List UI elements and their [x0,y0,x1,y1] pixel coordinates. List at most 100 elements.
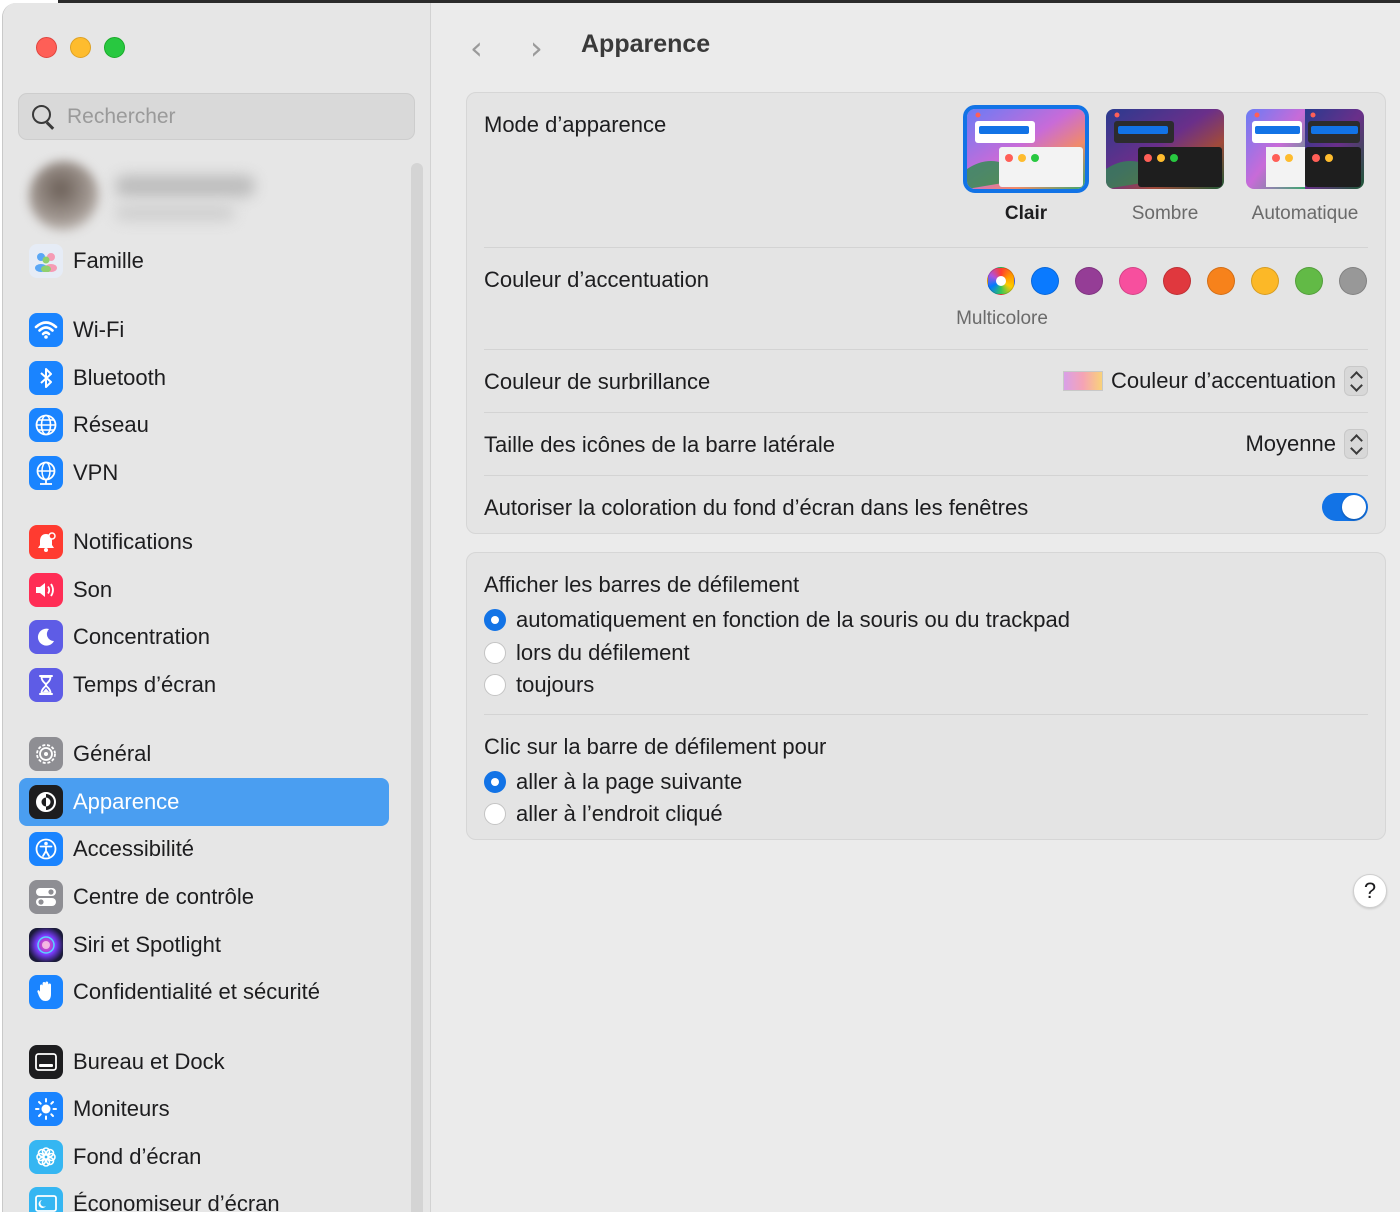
radio-button-selected[interactable] [484,609,506,631]
highlight-color-value: Couleur d’accentuation [1110,368,1336,393]
radio-label: toujours [516,672,595,697]
radio-button[interactable] [484,674,506,696]
close-window-button[interactable] [36,37,57,58]
divider [484,247,1368,248]
sidebar-item-accessibilite[interactable]: Accessibilité [19,825,389,873]
sidebar-scrollbar[interactable] [411,163,423,1212]
sidebar-icon-size-popup[interactable]: Moyenne [1245,429,1368,459]
sidebar-item-label: Son [73,577,113,602]
sidebar-item-moniteurs[interactable]: Moniteurs [19,1085,389,1133]
settings-window: Famille Wi-Fi Bluetooth Réseau VPN [2,3,1400,1212]
sidebar-item-concentration[interactable]: Concentration [19,613,389,661]
mode-label-dark: Sombre [1131,203,1199,224]
light-mode-thumbnail [963,105,1089,193]
mode-option-auto[interactable]: Automatique [1245,109,1365,225]
sidebar-item-label: Général [73,741,152,766]
radio-option[interactable]: lors du défilement [484,640,690,666]
sidebar-icon-size-label: Taille des icônes de la barre latérale [484,432,835,457]
sidebar-item-centre-controle[interactable]: Centre de contrôle [19,873,389,921]
sidebar-item-temps-ecran[interactable]: Temps d’écran [19,661,389,709]
sidebar-item-label: Concentration [73,624,210,649]
sidebar-item-general[interactable]: Général [19,730,389,778]
radio-button[interactable] [484,803,506,825]
accent-swatch-yellow[interactable] [1251,267,1279,295]
radio-option[interactable]: aller à la page suivante [484,769,742,795]
chevron-updown-icon [1344,366,1368,396]
wallpaper-tinting-label: Autoriser la coloration du fond d’écran … [484,495,1029,520]
radio-label: automatiquement en fonction de la souris… [516,607,1071,632]
account-name-blurred [115,175,255,197]
sidebar-item-economiseur[interactable]: Économiseur d’écran [19,1180,389,1212]
divider [484,412,1368,413]
zoom-window-button[interactable] [104,37,125,58]
screensaver-icon [29,1187,63,1212]
search-field[interactable] [18,93,415,140]
bell-icon [29,525,63,559]
radio-label: lors du défilement [516,640,690,665]
accent-swatch-orange[interactable] [1207,267,1235,295]
chevron-left-icon[interactable]: ‹ [470,32,490,64]
hand-icon [29,975,63,1009]
mode-label-light: Clair [1004,203,1048,224]
sidebar-item-bluetooth[interactable]: Bluetooth [19,354,389,402]
sidebar-item-fond-ecran[interactable]: Fond d’écran [19,1133,389,1181]
divider [484,475,1368,476]
radio-button-selected[interactable] [484,771,506,793]
sidebar-item-label: Moniteurs [73,1096,170,1121]
highlight-color-label: Couleur de surbrillance [484,369,711,394]
accent-swatch-graphite[interactable] [1339,267,1367,295]
family-icon [29,244,63,278]
wallpaper-tinting-toggle[interactable] [1322,493,1368,521]
sidebar-item-label: Réseau [73,412,149,437]
sidebar: Famille Wi-Fi Bluetooth Réseau VPN [3,3,431,1212]
chevron-right-icon[interactable]: › [530,32,550,64]
speaker-icon [29,573,63,607]
accent-swatch-multicolor[interactable] [987,267,1015,295]
sidebar-item-bureau-dock[interactable]: Bureau et Dock [19,1038,389,1086]
moon-icon [29,620,63,654]
scrollbars-card: Afficher les barres de défilement automa… [466,552,1386,840]
appearance-mode-label: Mode d’apparence [484,112,667,137]
highlight-swatch [1062,371,1103,391]
mode-option-light[interactable]: Clair [963,105,1089,225]
sidebar-icon-size-value: Moyenne [1245,431,1336,456]
radio-label: aller à l’endroit cliqué [516,801,723,826]
dark-mode-thumbnail [1106,109,1224,189]
accent-swatch-purple[interactable] [1075,267,1103,295]
apple-account-item[interactable] [25,153,265,231]
main-pane: ‹ › Apparence Mode d’apparence Clair Som… [432,3,1400,1212]
minimize-window-button[interactable] [70,37,91,58]
dock-icon [29,1045,63,1079]
account-subtitle-blurred [115,205,235,221]
mode-label-auto: Automatique [1251,203,1359,224]
sidebar-item-reseau[interactable]: Réseau [19,401,389,449]
sidebar-item-notifications[interactable]: Notifications [19,518,389,566]
accent-swatch-pink[interactable] [1119,267,1147,295]
sidebar-item-wifi[interactable]: Wi-Fi [19,306,389,354]
radio-label: aller à la page suivante [516,769,743,794]
sidebar-item-son[interactable]: Son [19,566,389,614]
accent-swatch-green[interactable] [1295,267,1323,295]
radio-option[interactable]: automatiquement en fonction de la souris… [484,607,1070,633]
sidebar-item-siri-spotlight[interactable]: Siri et Spotlight [19,921,389,969]
search-input[interactable] [67,104,397,129]
sidebar-item-label: Économiseur d’écran [73,1191,280,1212]
mode-option-dark[interactable]: Sombre [1105,109,1225,225]
highlight-color-popup[interactable]: Couleur d’accentuation [1062,366,1368,396]
sidebar-item-apparence[interactable]: Apparence [19,778,389,826]
control-center-icon [29,880,63,914]
radio-button[interactable] [484,642,506,664]
sidebar-item-label: VPN [73,460,119,485]
radio-option[interactable]: toujours [484,672,594,698]
globe-icon [29,408,63,442]
sidebar-item-famille[interactable]: Famille [19,237,389,285]
accent-color-label: Couleur d’accentuation [484,267,710,292]
sidebar-item-vpn[interactable]: VPN [19,449,389,497]
radio-option[interactable]: aller à l’endroit cliqué [484,801,723,827]
help-button[interactable]: ? [1353,874,1387,908]
accent-swatch-blue[interactable] [1031,267,1059,295]
sidebar-item-label: Siri et Spotlight [73,932,221,957]
sidebar-item-confidentialite[interactable]: Confidentialité et sécurité [19,968,389,1016]
accent-swatch-red[interactable] [1163,267,1191,295]
sidebar-item-label: Notifications [73,529,193,554]
